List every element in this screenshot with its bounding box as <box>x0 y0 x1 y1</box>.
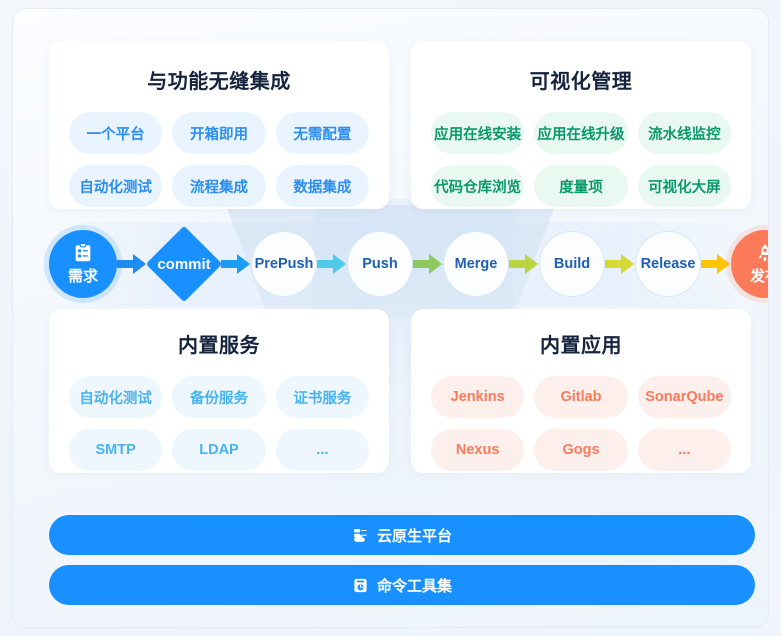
pill-item[interactable]: ... <box>275 429 369 471</box>
card-services-title: 内置服务 <box>178 335 260 357</box>
terminal-gauge-icon <box>352 577 369 594</box>
card-visual-pill-grid: 应用在线安装 应用在线升级 流水线监控 代码仓库浏览 度量项 可视化大屏 <box>431 112 731 207</box>
card-integration-title: 与功能无缝集成 <box>147 71 291 93</box>
pipeline-arrow <box>509 253 539 275</box>
pill-item[interactable]: Jenkins <box>431 376 525 418</box>
pipeline-arrow <box>701 253 731 275</box>
pipeline-arrow <box>605 253 635 275</box>
pill-item[interactable]: 应用在线升级 <box>534 112 628 154</box>
pill-item[interactable]: 代码仓库浏览 <box>431 165 525 207</box>
pipeline-node-build[interactable]: Build <box>539 231 605 297</box>
pill-item[interactable]: 证书服务 <box>275 376 369 418</box>
card-integration-pill-grid: 一个平台 开箱即用 无需配置 自动化测试 流程集成 数据集成 <box>69 112 369 207</box>
pipeline-node-requirement-label: 需求 <box>67 268 98 285</box>
pipeline-node-commit-label: commit <box>157 255 211 273</box>
card-integration: 与功能无缝集成 一个平台 开箱即用 无需配置 自动化测试 流程集成 数据集成 <box>49 41 389 209</box>
pipeline-node-commit[interactable]: commit <box>145 225 223 303</box>
card-visual-management: 可视化管理 应用在线安装 应用在线升级 流水线监控 代码仓库浏览 度量项 可视化… <box>411 41 751 209</box>
pill-item[interactable]: SonarQube <box>637 376 731 418</box>
pipeline-arrow <box>413 253 443 275</box>
pipeline-node-requirement[interactable]: 需求 <box>49 230 117 298</box>
card-visual-title: 可视化管理 <box>529 71 633 93</box>
pill-item[interactable]: 备份服务 <box>172 376 266 418</box>
pill-item[interactable]: 开箱即用 <box>172 112 266 154</box>
pill-item[interactable]: SMTP <box>69 429 163 471</box>
card-builtin-apps: 内置应用 Jenkins Gitlab SonarQube Nexus Gogs… <box>411 309 751 473</box>
card-apps-title: 内置应用 <box>540 335 622 357</box>
pipeline-arrow <box>317 253 347 275</box>
pipeline-arrow <box>221 253 251 275</box>
pipeline-node-prepush[interactable]: PrePush <box>251 231 317 297</box>
card-builtin-services: 内置服务 自动化测试 备份服务 证书服务 SMTP LDAP ... <box>49 309 389 473</box>
clipboard-checklist-icon <box>72 242 94 264</box>
pill-item[interactable]: 自动化测试 <box>69 376 163 418</box>
pill-item[interactable]: ... <box>637 429 731 471</box>
pill-item[interactable]: 度量项 <box>534 165 628 207</box>
card-apps-pill-grid: Jenkins Gitlab SonarQube Nexus Gogs ... <box>431 376 731 471</box>
pill-item[interactable]: 数据集成 <box>275 165 369 207</box>
pill-item[interactable]: Nexus <box>431 429 525 471</box>
bar-cloud-native-platform-label: 云原生平台 <box>376 527 452 545</box>
bar-command-toolset-label: 命令工具集 <box>376 577 452 595</box>
page-root: 与功能无缝集成 一个平台 开箱即用 无需配置 自动化测试 流程集成 数据集成 可… <box>0 0 781 636</box>
outer-panel: 与功能无缝集成 一个平台 开箱即用 无需配置 自动化测试 流程集成 数据集成 可… <box>12 8 769 628</box>
pill-item[interactable]: 无需配置 <box>275 112 369 154</box>
pill-item[interactable]: 自动化测试 <box>69 165 163 207</box>
pill-item[interactable]: 一个平台 <box>69 112 163 154</box>
pipeline-arrow <box>117 253 147 275</box>
rocket-icon <box>754 242 768 264</box>
pipeline-node-merge[interactable]: Merge <box>443 231 509 297</box>
pipeline-node-publish[interactable]: 发布 <box>731 230 768 298</box>
pipeline-node-push[interactable]: Push <box>347 231 413 297</box>
pill-item[interactable]: Gitlab <box>534 376 628 418</box>
bar-cloud-native-platform[interactable]: 云原生平台 <box>49 515 755 555</box>
pipeline-node-publish-label: 发布 <box>749 268 768 285</box>
card-services-pill-grid: 自动化测试 备份服务 证书服务 SMTP LDAP ... <box>69 376 369 471</box>
bar-command-toolset[interactable]: 命令工具集 <box>49 565 755 605</box>
pipeline-node-release[interactable]: Release <box>635 231 701 297</box>
pill-item[interactable]: 流程集成 <box>172 165 266 207</box>
pipeline-flow: 需求 commit PrePush Push Merge Build Relea… <box>49 225 768 303</box>
cloud-server-icon <box>352 527 369 544</box>
pill-item[interactable]: 流水线监控 <box>637 112 731 154</box>
pill-item[interactable]: Gogs <box>534 429 628 471</box>
pill-item[interactable]: 应用在线安装 <box>431 112 525 154</box>
pill-item[interactable]: LDAP <box>172 429 266 471</box>
pill-item[interactable]: 可视化大屏 <box>637 165 731 207</box>
